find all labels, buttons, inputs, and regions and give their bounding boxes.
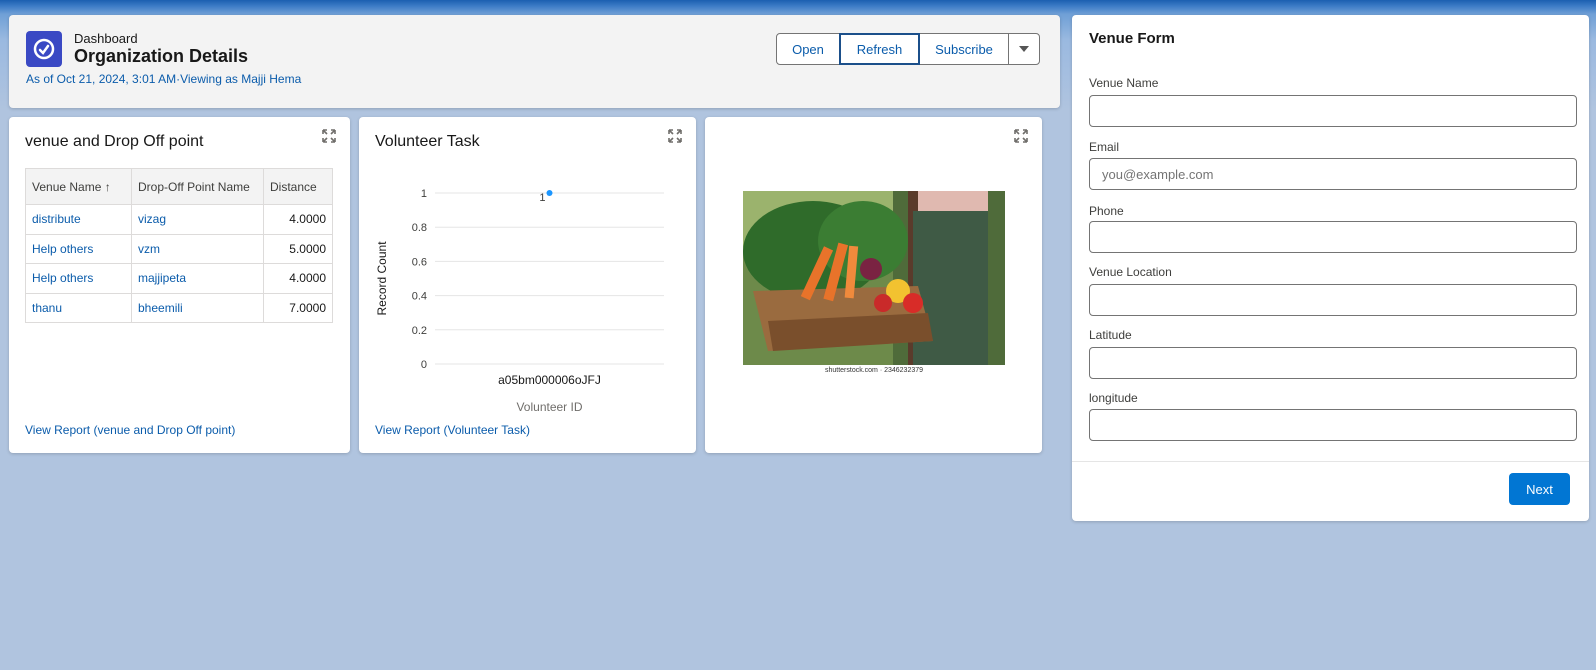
venue-name-field[interactable]	[1089, 95, 1577, 127]
x-tick-label: a05bm000006oJFJ	[498, 373, 601, 387]
column-header-venue-name[interactable]: Venue Name ↑	[25, 168, 132, 205]
phone-label: Phone	[1089, 204, 1124, 218]
refresh-button[interactable]: Refresh	[839, 33, 920, 65]
venue-name-cell[interactable]: Help others	[25, 233, 132, 264]
email-field[interactable]	[1089, 158, 1577, 190]
table-row: Help others vzm 5.0000	[25, 233, 333, 264]
distance-cell: 7.0000	[263, 292, 333, 323]
form-divider	[1072, 461, 1589, 462]
open-button[interactable]: Open	[776, 33, 840, 65]
dropoff-point-cell[interactable]: majjipeta	[131, 263, 264, 294]
phone-field[interactable]	[1089, 221, 1577, 253]
y-axis-label: Record Count	[375, 241, 389, 316]
latitude-field[interactable]	[1089, 347, 1577, 379]
email-label: Email	[1089, 140, 1120, 154]
longitude-label: longitude	[1089, 391, 1138, 405]
more-actions-button[interactable]	[1008, 33, 1040, 65]
venue-location-field[interactable]	[1089, 284, 1577, 316]
venue-name-cell[interactable]: Help others	[25, 263, 132, 294]
sort-up-icon: ↑	[104, 179, 111, 194]
chevron-down-icon	[1019, 46, 1029, 52]
y-tick-label: 0.4	[412, 291, 427, 303]
table-row: distribute vizag 4.0000	[25, 204, 333, 235]
venue-dropoff-widget: venue and Drop Off point Venue Name ↑ Dr…	[9, 117, 350, 453]
y-tick-label: 0.8	[412, 222, 427, 234]
widget-title: venue and Drop Off point	[25, 133, 204, 150]
distance-cell: 4.0000	[263, 263, 333, 294]
report-table: Venue Name ↑ Drop-Off Point Name Distanc…	[25, 168, 333, 323]
table-row: thanu bheemili 7.0000	[25, 292, 333, 323]
volunteer-task-chart: 0 0.2 0.4 0.6 0.8 1 a05bm000006oJFJ 1 Volunteer …	[375, 188, 664, 414]
venue-location-label: Venue Location	[1089, 265, 1172, 279]
dropoff-point-cell[interactable]: bheemili	[131, 292, 264, 323]
page-title: Organization Details	[74, 46, 249, 66]
view-report-link[interactable]: View Report (venue and Drop Off point)	[25, 423, 235, 437]
y-tick-label: 0.6	[412, 256, 427, 268]
volunteer-task-widget: Volunteer Task 0 0.2 0.4 0.6 0.8 1 a05bm000006…	[359, 117, 696, 453]
distance-cell: 4.0000	[263, 204, 333, 235]
expand-icon[interactable]	[322, 129, 336, 143]
vegetable-crate-photo	[743, 191, 1005, 365]
next-button[interactable]: Next	[1509, 473, 1570, 505]
venue-name-cell[interactable]: distribute	[25, 204, 132, 235]
latitude-label: Latitude	[1089, 328, 1132, 342]
distance-cell: 5.0000	[263, 233, 333, 264]
form-title: Venue Form	[1089, 30, 1175, 47]
dashboard-label: Dashboard	[74, 31, 138, 46]
column-header-dropoff-point[interactable]: Drop-Off Point Name	[131, 168, 264, 205]
data-label: 1	[539, 192, 545, 204]
dropoff-point-cell[interactable]: vzm	[131, 233, 264, 264]
subscribe-button[interactable]: Subscribe	[919, 33, 1009, 65]
x-axis-label: Volunteer ID	[516, 400, 582, 414]
column-header-distance[interactable]: Distance	[263, 168, 333, 205]
image-widget: shutterstock.com · 2346232379	[705, 117, 1042, 453]
data-point	[546, 190, 553, 196]
photo-caption: shutterstock.com · 2346232379	[824, 367, 924, 374]
view-report-link[interactable]: View Report (Volunteer Task)	[375, 423, 530, 437]
longitude-field[interactable]	[1089, 409, 1577, 441]
expand-icon[interactable]	[1014, 129, 1028, 143]
header-button-group: Open Refresh Subscribe	[776, 33, 1040, 65]
venue-name-label: Venue Name	[1089, 76, 1159, 90]
venue-name-cell[interactable]: thanu	[25, 292, 132, 323]
y-tick-label: 0.2	[412, 325, 427, 337]
dashboard-header: Dashboard Organization Details As of Oct…	[9, 15, 1060, 108]
y-tick-label: 1	[421, 188, 427, 200]
table-header-row: Venue Name ↑ Drop-Off Point Name Distanc…	[25, 168, 333, 205]
dashboard-icon	[26, 31, 62, 67]
dashboard-subtitle: As of Oct 21, 2024, 3:01 AM·Viewing as M…	[26, 72, 302, 86]
dropoff-point-cell[interactable]: vizag	[131, 204, 264, 235]
y-tick-label: 0	[421, 359, 427, 371]
table-row: Help others majjipeta 4.0000	[25, 263, 333, 294]
venue-form: Venue Form Venue Name Email Phone Venue …	[1072, 15, 1589, 521]
